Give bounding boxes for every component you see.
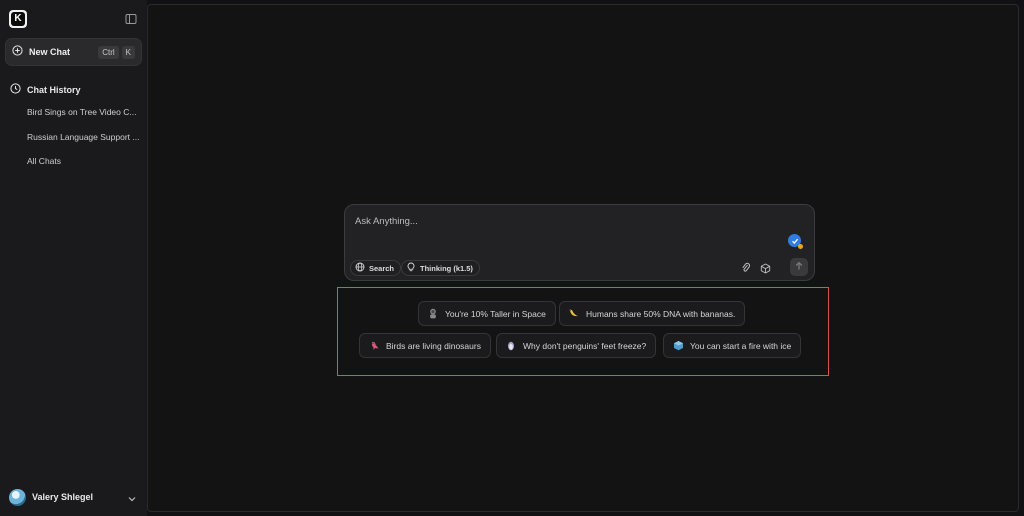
app-logo[interactable]: K <box>9 10 27 28</box>
sidebar: K New Chat Ctrl K Chat History Bird Sing… <box>0 0 147 516</box>
plus-circle-icon <box>12 43 23 61</box>
suggestions-panel: You're 10% Taller in Space Humans share … <box>337 287 829 376</box>
shortcut-key-ctrl: Ctrl <box>98 46 119 59</box>
shortcut-hint: Ctrl K <box>98 46 135 59</box>
user-menu[interactable]: Valery Shlegel <box>9 488 139 506</box>
globe-icon <box>355 259 365 277</box>
chevron-down-icon <box>127 491 137 509</box>
sidebar-toggle-icon[interactable] <box>124 12 138 26</box>
chat-input[interactable] <box>355 216 775 227</box>
notification-dot <box>798 244 803 249</box>
suggestion-label: You're 10% Taller in Space <box>445 308 546 319</box>
all-chats-link[interactable]: All Chats <box>27 156 139 166</box>
chat-history-item[interactable]: Bird Sings on Tree Video C... <box>27 107 139 117</box>
avatar <box>9 488 26 506</box>
suggestion-label: Humans share 50% DNA with bananas. <box>586 308 736 319</box>
chat-history-heading[interactable]: Chat History <box>10 81 81 99</box>
suggestion-chip[interactable]: Why don't penguins' feet freeze? <box>496 333 657 358</box>
send-button[interactable] <box>790 258 808 276</box>
suggestion-chip[interactable]: Birds are living dinosaurs <box>359 333 491 358</box>
thinking-toggle-button[interactable]: Thinking (k1.5) <box>401 260 480 276</box>
suggestion-chip[interactable]: Humans share 50% DNA with bananas. <box>559 301 746 326</box>
lightbulb-icon <box>406 259 416 277</box>
new-chat-label: New Chat <box>29 47 71 57</box>
chat-composer: Search Thinking (k1.5) <box>344 204 815 281</box>
verified-badge-icon[interactable] <box>788 234 803 249</box>
chat-history-item[interactable]: Russian Language Support ... <box>27 132 139 142</box>
suggestion-chip[interactable]: You're 10% Taller in Space <box>418 301 556 326</box>
shortcut-key-k: K <box>121 46 135 59</box>
suggestion-label: Why don't penguins' feet freeze? <box>523 340 647 351</box>
suggestion-label: Birds are living dinosaurs <box>386 340 481 351</box>
arrow-up-icon <box>794 258 804 276</box>
clock-icon <box>10 81 21 99</box>
search-toggle-button[interactable]: Search <box>350 259 402 277</box>
astronaut-icon <box>427 308 439 320</box>
logo-letter: K <box>11 12 25 26</box>
suggestion-chip[interactable]: You can start a fire with ice <box>663 333 802 358</box>
paperclip-icon[interactable] <box>740 262 752 274</box>
bird-icon <box>368 340 380 352</box>
chat-history-label: Chat History <box>27 85 81 95</box>
ice-cube-icon <box>672 340 684 352</box>
search-toggle-label: Search <box>369 263 395 273</box>
thinking-toggle-label: Thinking (k1.5) <box>420 263 473 273</box>
suggestion-label: You can start a fire with ice <box>690 340 792 351</box>
user-name: Valery Shlegel <box>32 492 94 502</box>
new-chat-button[interactable]: New Chat Ctrl K <box>5 38 142 66</box>
banana-icon <box>568 308 580 320</box>
cube-icon[interactable] <box>759 262 771 274</box>
penguin-icon <box>505 340 517 352</box>
